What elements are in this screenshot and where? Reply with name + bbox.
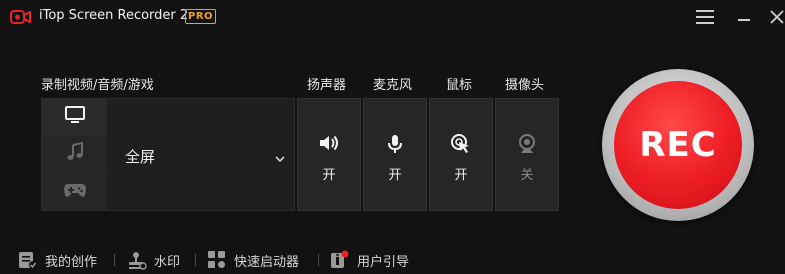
webcam-toggle[interactable]: 关 (495, 98, 559, 211)
quick-launcher-label: 快速启动器 (234, 254, 300, 270)
menu-icon[interactable] (694, 6, 716, 28)
capture-source-panel: 全屏 (41, 98, 295, 211)
app-title: iTop Screen Recorder 2 (39, 8, 189, 23)
webcam-state: 关 (520, 168, 534, 183)
mode-game-button[interactable] (42, 173, 107, 210)
mode-audio-button[interactable] (42, 136, 107, 173)
minimize-icon[interactable] (733, 6, 755, 28)
chevron-down-icon (274, 149, 286, 168)
watermark-label: 水印 (154, 254, 181, 270)
capture-region-value: 全屏 (125, 148, 156, 166)
speaker-icon (298, 133, 360, 153)
camera-section-label: 摄像头 (505, 78, 545, 93)
quick-launcher-link[interactable]: 快速启动器 (207, 248, 299, 272)
footer-bar: 我的创作 水印 快速启动器 用户引导 (0, 248, 785, 274)
notification-dot (341, 250, 349, 258)
microphone-icon (364, 133, 426, 155)
user-guide-link[interactable]: 用户引导 (330, 248, 409, 272)
microphone-toggle[interactable]: 开 (363, 98, 427, 211)
gamepad-icon (63, 181, 87, 203)
capture-mode-selector (42, 99, 107, 211)
quick-launcher-icon (207, 250, 227, 270)
footer-divider (114, 254, 115, 266)
mouse-section-label: 鼠标 (446, 78, 473, 93)
mode-screen-button[interactable] (42, 99, 107, 136)
app-window: iTop Screen Recorder 2 PRO 录制视频/音频/游戏 扬声… (0, 0, 785, 274)
mic-section-label: 麦克风 (373, 78, 413, 93)
footer-divider (195, 254, 196, 266)
my-creations-icon (18, 250, 38, 270)
mouse-click-icon (430, 133, 492, 155)
speaker-toggle[interactable]: 开 (297, 98, 361, 211)
speaker-section-label: 扬声器 (307, 78, 347, 93)
mouse-state: 开 (454, 168, 468, 183)
capture-region-dropdown[interactable]: 全屏 (107, 99, 294, 210)
app-logo-icon (10, 9, 32, 25)
microphone-state: 开 (388, 168, 402, 183)
rec-button[interactable]: REC (614, 81, 742, 209)
title-bar: iTop Screen Recorder 2 PRO (0, 0, 785, 34)
my-creations-label: 我的创作 (45, 254, 98, 270)
watermark-link[interactable]: 水印 (127, 248, 180, 272)
speaker-state: 开 (322, 168, 336, 183)
close-icon[interactable] (766, 6, 785, 28)
pro-badge: PRO (185, 9, 217, 24)
music-note-icon (65, 141, 85, 166)
mouse-toggle[interactable]: 开 (429, 98, 493, 211)
user-guide-label: 用户引导 (357, 254, 410, 270)
monitor-icon (64, 105, 86, 129)
watermark-icon (127, 250, 147, 270)
capture-section-label: 录制视频/音频/游戏 (41, 78, 154, 93)
my-creations-link[interactable]: 我的创作 (18, 248, 97, 272)
rec-label: REC (639, 125, 717, 165)
user-guide-icon (330, 250, 350, 270)
footer-divider (318, 254, 319, 266)
webcam-icon (496, 133, 558, 155)
